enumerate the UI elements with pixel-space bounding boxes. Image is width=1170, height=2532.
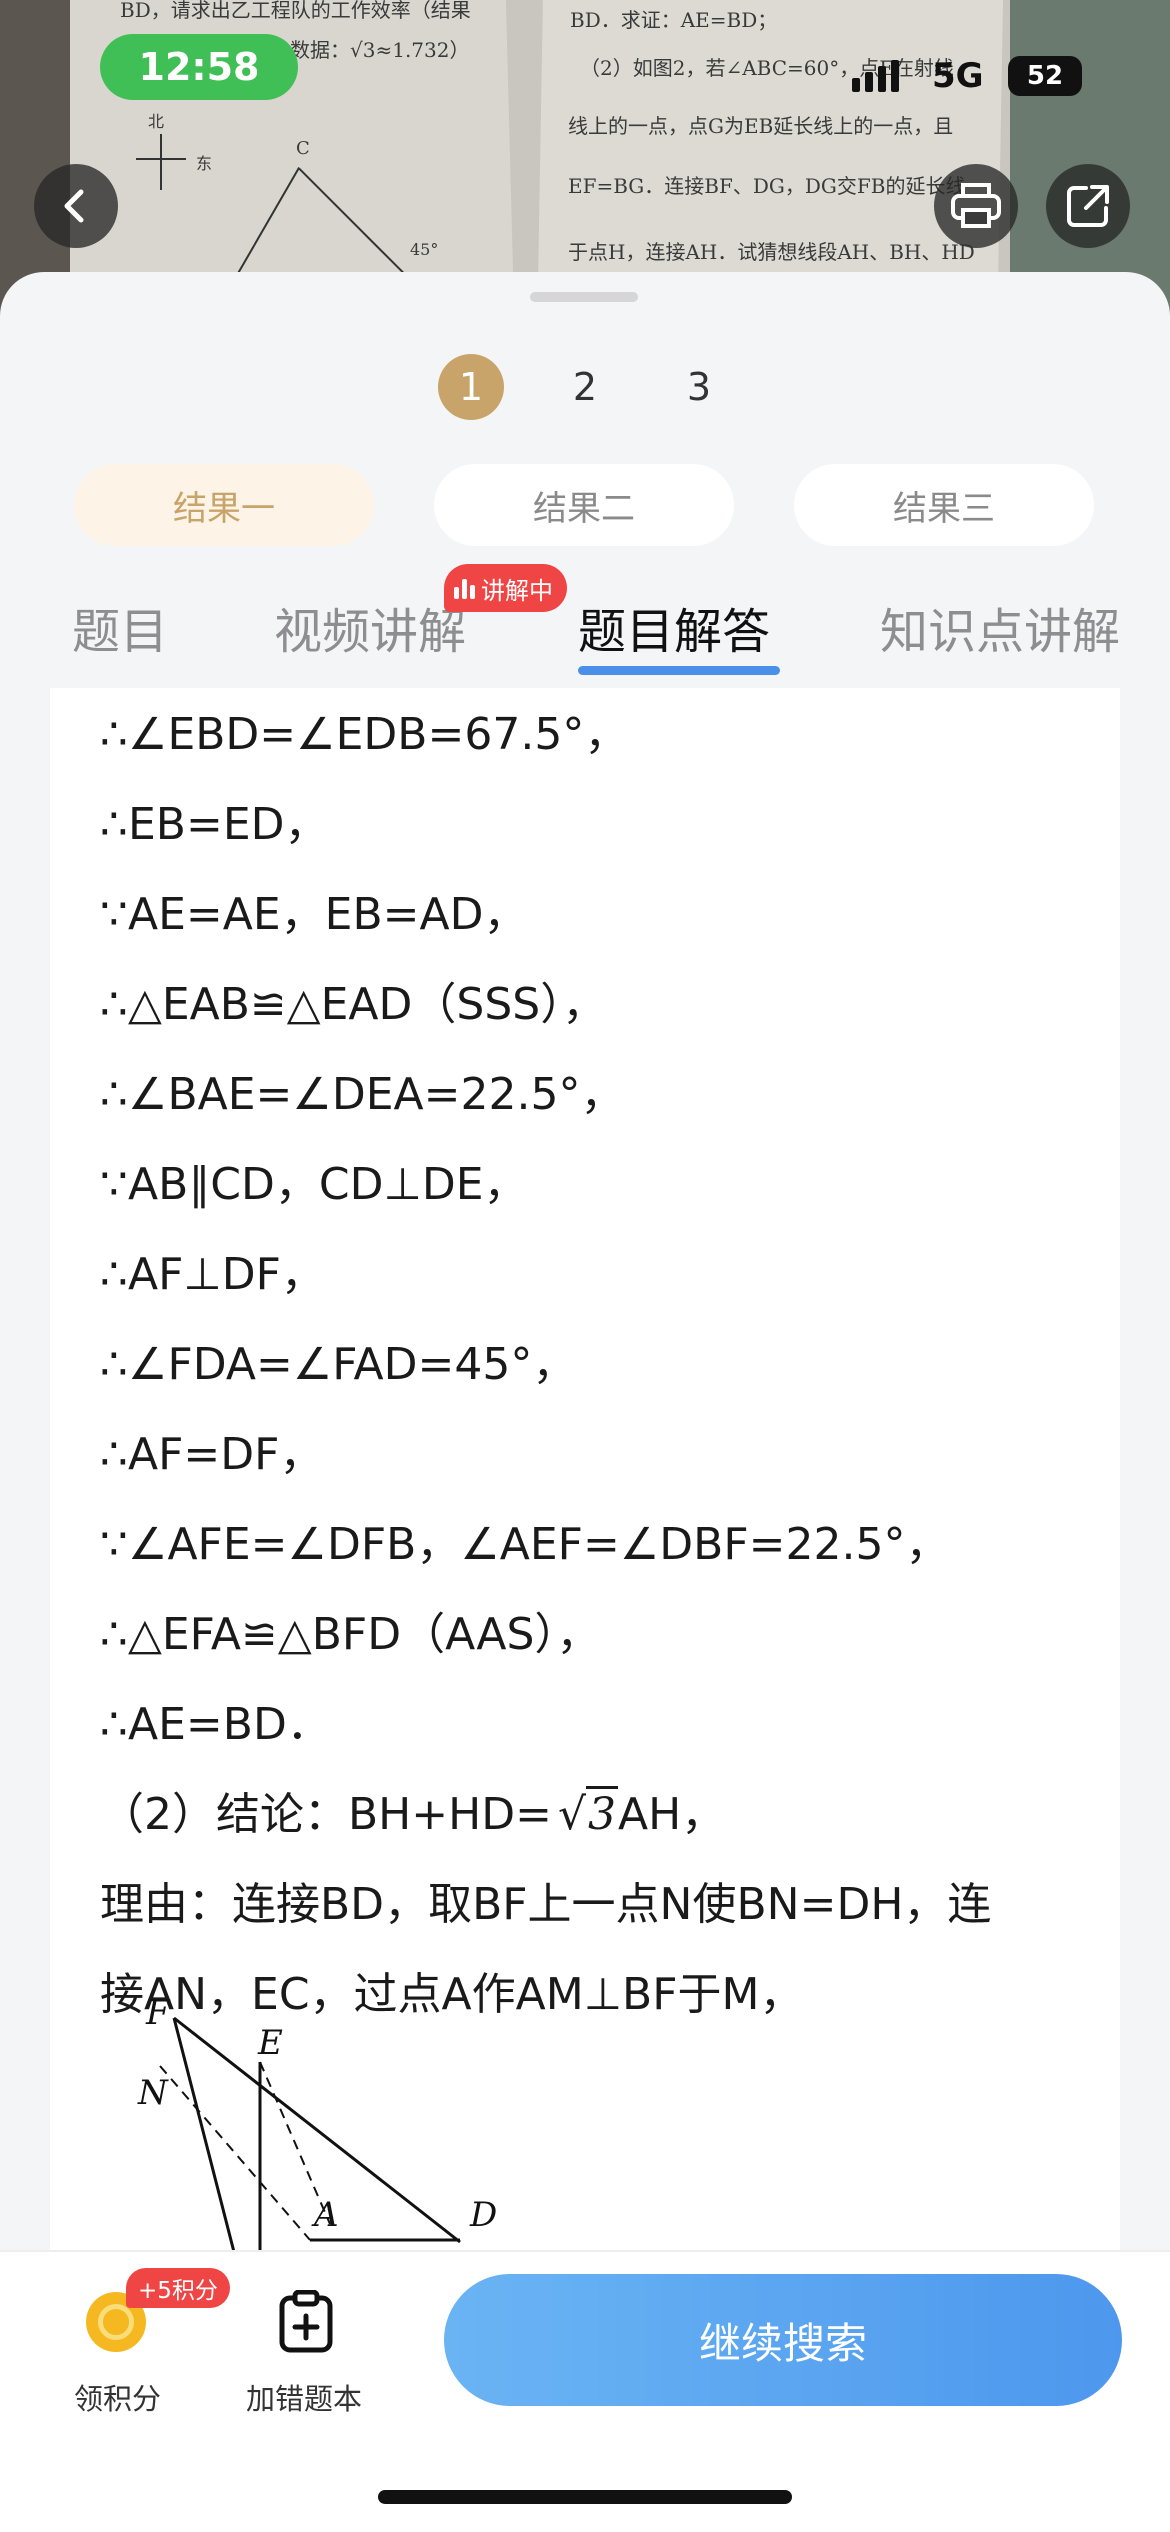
page-1-button[interactable]: 1 (438, 354, 504, 420)
share-button[interactable] (1046, 164, 1130, 248)
solution-line: ∵∠AFE=∠DFB，∠AEF=∠DBF=22.5°， (100, 1519, 950, 1570)
solution-line: ∴∠EBD=∠EDB=67.5°， (100, 709, 629, 760)
result-tab-3[interactable]: 结果三 (794, 464, 1094, 546)
status-time: 12:58 (100, 34, 298, 100)
photo-angle-label: 45° (410, 240, 439, 259)
live-bars-icon (454, 577, 475, 599)
photo-text-left-1: BD，请求出乙工程队的工作效率（结果 (120, 0, 471, 22)
result-tab-1[interactable]: 结果一 (74, 464, 374, 546)
photo-text-right-3: 线上的一点，点G为EB延长线上的一点，且 (568, 114, 954, 138)
page-3-button[interactable]: 3 (666, 354, 732, 420)
share-icon (1067, 185, 1109, 227)
home-indicator[interactable] (378, 2490, 792, 2504)
tab-solution[interactable]: 题目解答 (578, 592, 770, 662)
tab-video-explanation[interactable]: 视频讲解 (274, 592, 466, 662)
sqrt-symbol: √3 (552, 1786, 619, 1840)
result-pager: 1 2 3 (0, 354, 1170, 424)
photo-compass-label: 北 (148, 112, 165, 131)
points-badge: +5积分 (126, 2268, 230, 2308)
photo-point-c: C (296, 138, 310, 159)
battery-level: 52 (1026, 61, 1064, 91)
solution-line: ∴∠FDA=∠FAD=45°， (100, 1339, 577, 1390)
tab-knowledge-points[interactable]: 知识点讲解 (880, 592, 1120, 662)
solution-line: ∴EB=ED， (100, 799, 329, 850)
fig-label-a: A (311, 2195, 339, 2235)
clipboard-add-icon[interactable] (278, 2290, 334, 2354)
solution-line: ∴∠BAE=∠DEA=22.5°， (100, 1069, 625, 1120)
back-button[interactable] (34, 164, 118, 248)
solution-line: ∵AB∥CD，CD⊥DE， (100, 1159, 528, 1210)
photo-compass-east: 东 (196, 154, 213, 173)
print-button[interactable] (934, 164, 1018, 248)
photo-text-right-1: BD．求证：AE=BD； (570, 8, 778, 32)
solution-line: ∵AE=AE，EB=AD， (100, 889, 528, 940)
add-mistake-book-button[interactable]: 加错题本 (246, 2376, 362, 2418)
page-2-button[interactable]: 2 (552, 354, 618, 420)
photo-text-right-5: 于点H，连接AH．试猜想线段AH、BH、HD (568, 240, 975, 264)
solution-line: ∴△EFA≌△BFD（AAS）， (100, 1609, 601, 1660)
geometry-figure: F E N A D (137, 1994, 497, 2252)
solution-line: ∴AE=BD． (100, 1699, 331, 1750)
live-badge-label: 讲解中 (481, 576, 553, 605)
solution-line: ∴AF⊥DF， (100, 1249, 325, 1300)
cellular-signal-icon (852, 60, 899, 92)
conclusion-line: （2）结论：BH+HD= √3AH， (100, 1778, 725, 1842)
photo-text-right-4: EF=BG．连接BF、DG，DG交FB的延长线 (568, 174, 966, 198)
fig-label-f: F (145, 1994, 171, 2033)
continue-search-button[interactable]: 继续搜索 (444, 2274, 1122, 2406)
claim-points-button[interactable]: 领积分 (74, 2376, 161, 2418)
photo-compass-ns (160, 134, 162, 190)
conclusion-prefix: （2）结论：BH+HD= (100, 1789, 552, 1840)
tab-question[interactable]: 题目 (72, 592, 168, 662)
answer-sheet: 1 2 3 结果一 结果二 结果三 题目 视频讲解 题目解答 知识点讲解 讲解中… (0, 272, 1170, 2252)
reason-line-1: 理由：连接BD，取BF上一点N使BN=DH，连 (100, 1879, 992, 1930)
chevron-left-icon (64, 189, 84, 223)
sheet-grabber[interactable] (530, 292, 638, 302)
solution-line: ∴AF=DF， (100, 1429, 324, 1480)
network-type: 5G (932, 56, 984, 96)
photo-compass-ew (136, 158, 186, 160)
fig-label-d: D (469, 2195, 497, 2235)
fig-label-n: N (137, 2073, 169, 2113)
live-badge: 讲解中 (444, 564, 567, 612)
printer-icon (951, 183, 1001, 228)
solution-line: ∴△EAB≌△EAD（SSS）， (100, 979, 607, 1030)
conclusion-suffix: AH， (618, 1789, 726, 1840)
sqrt-value: 3 (586, 1786, 619, 1840)
result-tab-2[interactable]: 结果二 (434, 464, 734, 546)
active-tab-indicator (578, 666, 780, 675)
fig-label-e: E (257, 2023, 283, 2063)
solution-content: ∴∠EBD=∠EDB=67.5°， ∴EB=ED， ∵AE=AE，EB=AD， … (50, 688, 1120, 2252)
battery-icon: 52 (1008, 56, 1082, 96)
